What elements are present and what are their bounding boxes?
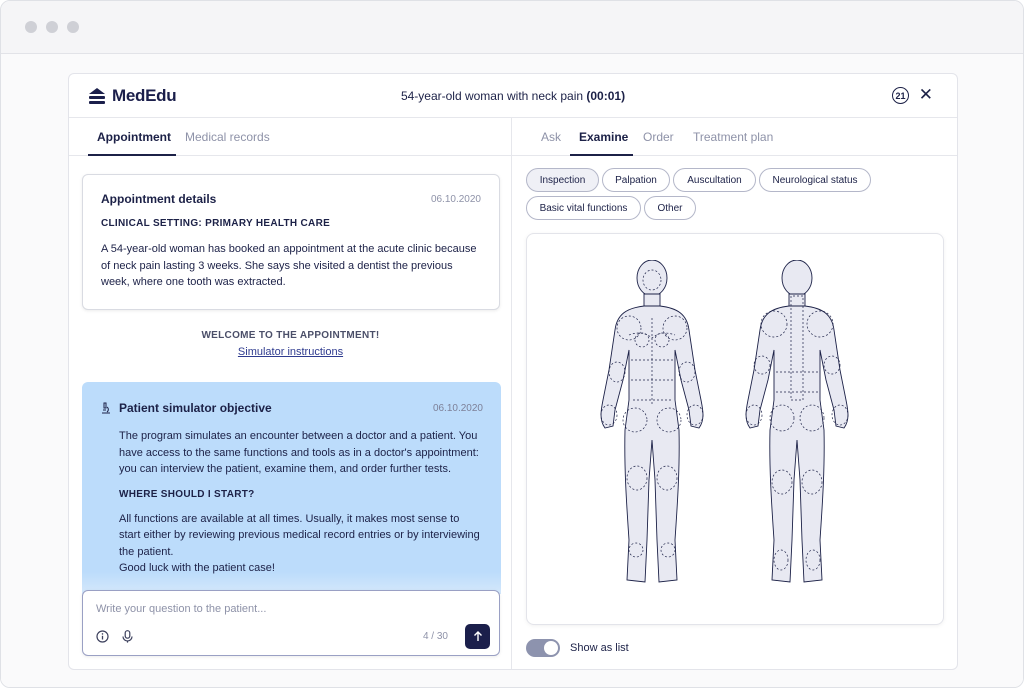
simulator-instructions-link[interactable]: Simulator instructions [69,346,512,358]
tab-appointment[interactable]: Appointment [97,130,171,144]
objective-date: 06.10.2020 [432,403,483,414]
objective-paragraph-3: Good luck with the patient case! [119,562,275,574]
right-tabs: Ask Examine Order Treatment plan [512,118,957,156]
app-header: MedEdu 54-year-old woman with neck pain … [69,74,957,118]
toggle-label: Show as list [570,642,629,654]
welcome-heading: WELCOME TO THE APPOINTMENT! [201,330,380,341]
chip-basic-vital-functions[interactable]: Basic vital functions [526,196,641,220]
right-pane: Ask Examine Order Treatment plan Inspect… [512,118,957,669]
show-as-list-toggle[interactable]: Show as list [526,639,629,657]
appointment-details-card: Appointment details 06.10.2020 CLINICAL … [82,174,500,310]
chip-auscultation[interactable]: Auscultation [673,168,756,192]
tab-examine[interactable]: Examine [579,130,628,144]
close-button[interactable]: ✕ [919,86,933,104]
arrow-up-icon [473,631,482,641]
objective-header: Patient simulator objective [100,401,483,415]
tab-ask[interactable]: Ask [541,130,561,144]
send-button[interactable] [465,624,490,649]
window-dot-maximize[interactable] [67,21,79,33]
objective-title: Patient simulator objective [119,401,272,415]
card-title: Appointment details [101,192,217,206]
window-dot-minimize[interactable] [46,21,58,33]
where-to-start-heading: WHERE SHOULD I START? [119,488,255,500]
appointment-description: A 54-year-old woman has booked an appoin… [101,243,477,288]
body-front-view [600,260,704,583]
left-tabs: Appointment Medical records [69,118,511,156]
chip-neurological-status[interactable]: Neurological status [759,168,871,192]
objective-paragraph-1: The program simulates an encounter betwe… [119,430,479,475]
active-tab-indicator [570,154,633,156]
info-icon[interactable] [96,630,109,643]
browser-viewport: MedEdu 54-year-old woman with neck pain … [1,54,1023,687]
active-tab-indicator [88,154,176,156]
window-dot-close[interactable] [25,21,37,33]
toggle-switch[interactable] [526,639,560,657]
body-map-panel [526,233,944,625]
browser-titlebar [1,1,1023,54]
browser-window: MedEdu 54-year-old woman with neck pain … [0,0,1024,688]
chip-other[interactable]: Other [644,196,696,220]
simulator-app: MedEdu 54-year-old woman with neck pain … [68,73,958,670]
character-count: 4 / 30 [422,631,448,642]
objective-paragraph-2: All functions are available at all times… [119,512,480,558]
tab-order[interactable]: Order [643,130,674,144]
card-date: 06.10.2020 [430,194,481,205]
objective-body: The program simulates an encounter betwe… [100,428,483,577]
microscope-icon [102,402,110,414]
question-input[interactable] [96,603,436,615]
body-map [600,260,849,583]
microphone-icon[interactable] [122,630,133,643]
toggle-knob [544,641,558,655]
case-title-text: 54-year-old woman with neck pain [400,89,584,103]
chip-palpation[interactable]: Palpation [602,168,670,192]
left-pane: Appointment Medical records Appointment … [69,118,512,669]
case-timer: (00:01) [586,89,626,103]
chip-inspection[interactable]: Inspection [526,168,599,192]
tab-treatment-plan[interactable]: Treatment plan [693,130,773,144]
counter-badge[interactable]: 21 [892,87,909,104]
tab-medical-records[interactable]: Medical records [185,130,270,144]
case-title: 54-year-old woman with neck pain (00:01) [69,89,957,103]
objective-message: Patient simulator objective 06.10.2020 T… [82,382,501,594]
question-composer: 4 / 30 [82,590,500,656]
body-back-view [745,260,849,583]
clinical-setting: CLINICAL SETTING: PRIMARY HEALTH CARE [101,218,331,229]
